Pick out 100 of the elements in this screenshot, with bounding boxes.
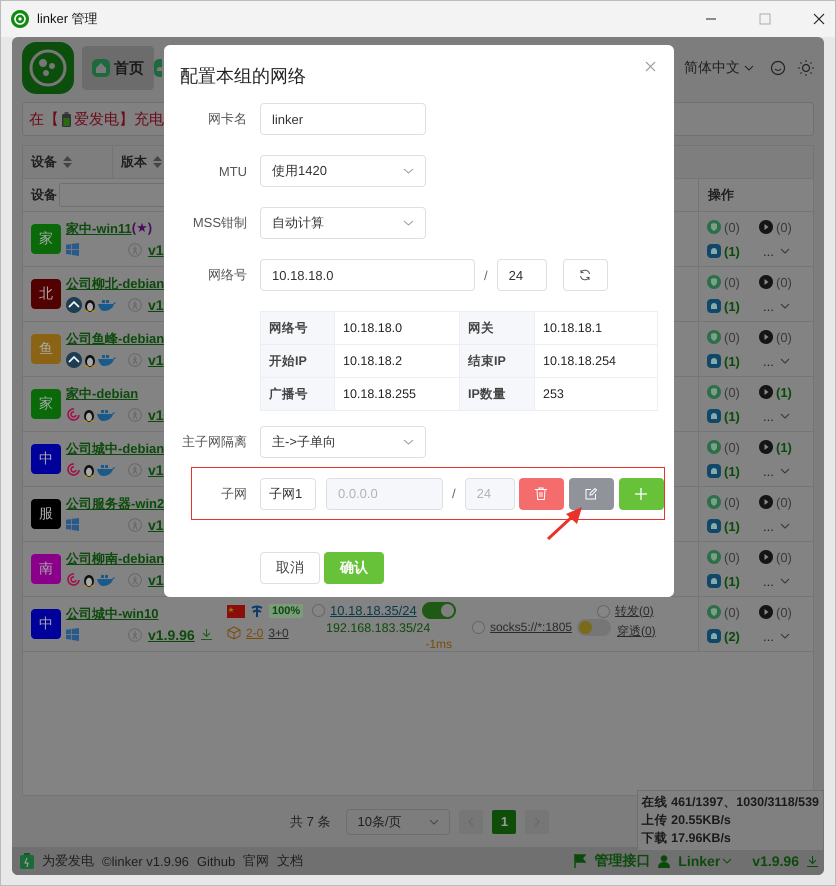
count-text: (0) <box>776 550 792 564</box>
select-field[interactable]: 自动计算 <box>260 207 426 239</box>
info-label: 网关 <box>460 312 535 345</box>
count-text: (0) <box>724 604 740 620</box>
footer-link[interactable]: ©linker v1.9.96 <box>102 854 189 868</box>
version-link[interactable]: v1 <box>148 462 164 478</box>
device-name-link[interactable]: 公司柳北-debian <box>66 275 164 293</box>
more-menu[interactable]: ... <box>759 518 790 534</box>
slash-text: / <box>452 486 456 501</box>
count-text: (1) <box>724 518 740 534</box>
device-name-link[interactable]: 公司城中-debian <box>66 440 164 458</box>
device-name-link[interactable]: 公司鱼峰-debian <box>66 330 164 348</box>
stats-line: 在线 461/1397、1030/3118/539 <box>642 794 819 811</box>
device-name-link[interactable]: 家中-debian <box>66 385 138 403</box>
count-text: (0) <box>776 330 792 344</box>
select-field[interactable]: 使用1420 <box>260 155 426 187</box>
input-field[interactable]: linker <box>260 103 426 135</box>
field-label: 主子网隔离 <box>181 433 247 451</box>
count-text: (1) <box>776 384 792 400</box>
field-label: MSS钳制 <box>192 214 247 232</box>
avatar: 中 <box>31 609 61 639</box>
banner-text: 在【 <box>29 110 59 128</box>
count-text: (0) <box>776 604 792 620</box>
info-label: 广播号 <box>261 378 335 411</box>
more-menu[interactable]: ... <box>759 628 790 644</box>
count-text: (1) <box>724 298 740 314</box>
footer-link[interactable]: 文档 <box>277 852 304 870</box>
version-link[interactable]: v1 <box>148 406 164 422</box>
input-field[interactable]: 10.18.18.0 <box>260 259 475 291</box>
api-link[interactable]: 管理接口 <box>594 852 650 870</box>
nav-tab[interactable]: 首页 <box>82 46 154 90</box>
more-menu[interactable]: ... <box>759 574 790 588</box>
field-label: 网卡名 <box>207 110 247 128</box>
confirm-button[interactable]: 确认 <box>324 552 384 584</box>
stats-line: 下载 17.96KB/s <box>642 830 732 847</box>
forward-link[interactable]: 转发(0) <box>615 602 654 620</box>
more-menu[interactable]: ... <box>759 464 790 478</box>
cancel-button[interactable]: 取消 <box>260 552 320 584</box>
info-label: 网络号 <box>261 312 335 345</box>
info-label: 结束IP <box>460 345 535 378</box>
device-name-link[interactable]: 家中-win11 <box>66 220 132 238</box>
device-name-link[interactable]: 公司服务器-win2 <box>66 495 164 513</box>
sponsor-link[interactable]: 为爱发电 <box>42 852 94 870</box>
count-text: (0) <box>724 330 740 344</box>
count-text: (1) <box>724 244 740 258</box>
version-link[interactable]: v1 <box>148 242 164 258</box>
stats-line: 上传 20.55KB/s <box>642 812 732 829</box>
count-text: (2) <box>724 628 740 644</box>
device-name-link[interactable]: 公司城中-win10 <box>66 605 158 623</box>
count-text: (0) <box>724 494 740 510</box>
input-field[interactable]: 24 <box>496 259 547 291</box>
version-link[interactable]: v1 <box>148 296 164 312</box>
count-text: (1) <box>724 464 740 478</box>
info-value: 10.18.18.1 <box>535 312 658 345</box>
footer-link[interactable]: 官网 <box>243 852 270 870</box>
count-text: (0) <box>776 220 792 234</box>
count-text: (0) <box>724 550 740 564</box>
avatar: 南 <box>31 554 61 584</box>
page-button[interactable]: 1 <box>492 810 516 834</box>
version-link[interactable]: v1 <box>148 572 164 588</box>
avatar: 北 <box>31 279 61 309</box>
count-text: (1) <box>724 408 740 424</box>
device-name-link[interactable]: 公司柳南-debian <box>66 550 164 568</box>
avatar: 家 <box>31 389 61 419</box>
latency-text: -1ms <box>425 637 452 651</box>
count-text: (1) <box>776 440 792 454</box>
banner-text: 爱发电】充电 <box>74 110 164 128</box>
info-value: 10.18.18.254 <box>535 345 658 378</box>
column-header[interactable]: 设备 <box>23 146 113 178</box>
version-link[interactable]: v1.9.96 <box>148 626 195 642</box>
connections-link[interactable]: 3+0 <box>268 626 289 640</box>
language-select[interactable]: 简体中文 <box>684 59 754 77</box>
info-value: 253 <box>535 378 658 411</box>
avatar: 家 <box>31 224 61 254</box>
relay-link[interactable]: 2-0 <box>246 626 264 640</box>
window-title: linker 管理 <box>37 10 98 28</box>
count-text: (0) <box>776 494 792 510</box>
info-label: 开始IP <box>261 345 335 378</box>
lan-ip-text: 192.168.183.35/24 <box>325 621 430 635</box>
column-header: 操作 <box>698 179 813 211</box>
more-menu[interactable]: ... <box>759 354 790 368</box>
page-size-select[interactable]: 10条/页 <box>346 808 450 834</box>
more-menu[interactable]: ... <box>759 408 790 424</box>
ip-link[interactable]: 10.18.18.35/24 <box>330 603 417 618</box>
field-label: 子网 <box>220 484 247 502</box>
version-link[interactable]: v1 <box>148 516 164 532</box>
count-text: (0) <box>724 220 740 234</box>
avatar: 服 <box>31 499 61 529</box>
more-menu[interactable]: ... <box>759 298 790 314</box>
total-count: 共 7 条 <box>290 812 330 830</box>
select-field[interactable]: 主->子单向 <box>260 426 426 458</box>
count-text: (1) <box>724 354 740 368</box>
user-menu[interactable]: Linker <box>678 853 732 869</box>
version-link[interactable]: v1.9.96 <box>752 853 799 869</box>
dialog-title: 配置本组的网络 <box>180 65 306 88</box>
tunnel-link[interactable]: 穿透(0) <box>617 622 656 640</box>
version-link[interactable]: v1 <box>148 352 164 368</box>
footer-link[interactable]: Github <box>196 854 236 868</box>
more-menu[interactable]: ... <box>759 244 790 258</box>
socks-link[interactable]: socks5://*:1805 <box>490 620 572 634</box>
